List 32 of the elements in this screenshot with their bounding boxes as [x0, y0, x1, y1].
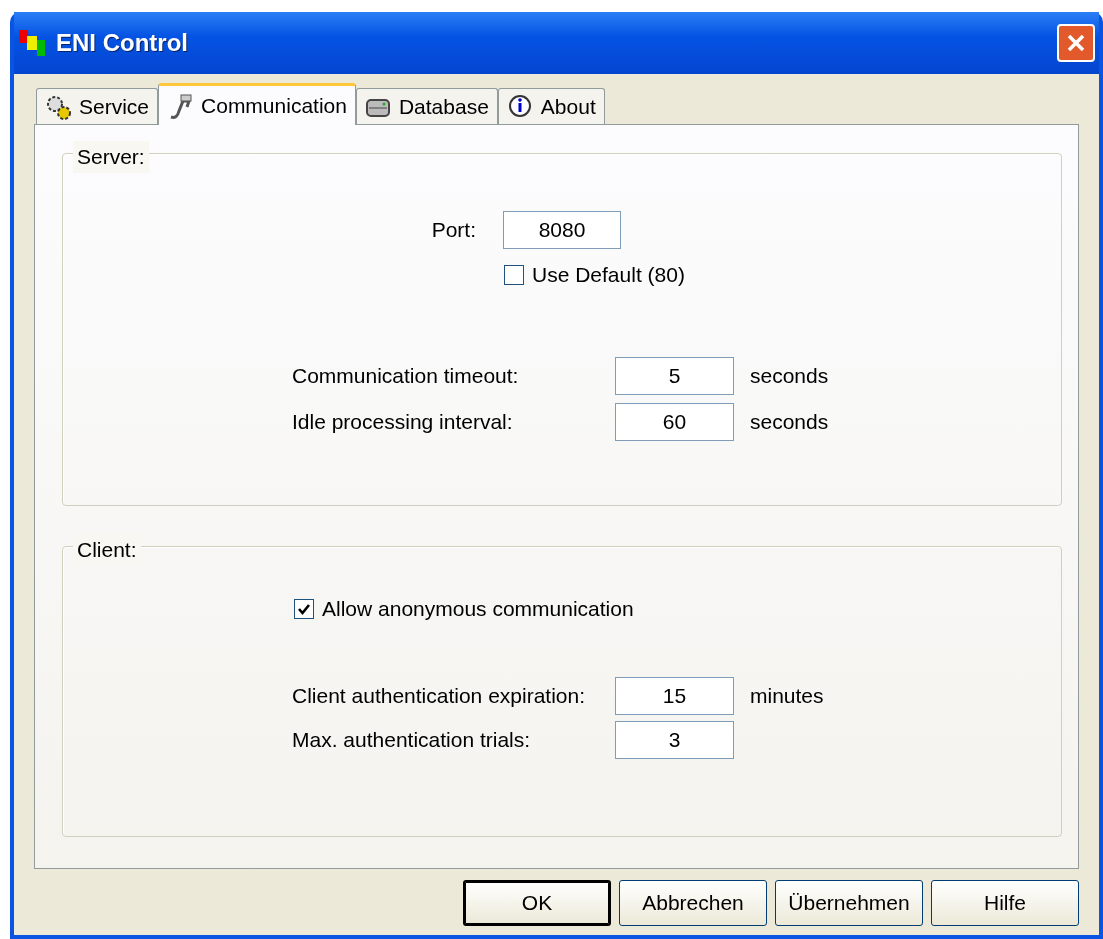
unit-label: seconds [750, 362, 829, 389]
number-field[interactable]: 15 [615, 676, 734, 715]
checkbox[interactable] [504, 264, 524, 285]
dialog-button[interactable]: Übernehmen [775, 880, 923, 926]
unit-label: minutes [750, 682, 824, 709]
info-icon [506, 93, 533, 120]
tab[interactable]: Database [355, 88, 498, 124]
unit-label: seconds [750, 408, 829, 435]
checkbox-label: Allow anonymous communication [322, 596, 634, 622]
tab[interactable]: About [497, 88, 605, 124]
dialog-button[interactable]: Abbrechen [619, 880, 767, 926]
number-field[interactable]: 60 [615, 402, 734, 441]
number-field[interactable]: 5 [615, 356, 734, 395]
window-title: ENI Control [56, 28, 188, 58]
checkbox-label: Use Default (80) [532, 262, 685, 288]
close-button[interactable] [1057, 24, 1095, 62]
close-icon [1066, 33, 1086, 53]
port-field[interactable]: 8080 [503, 211, 621, 249]
field-label: Port: [430, 217, 476, 244]
gears-icon [45, 93, 71, 120]
tab[interactable]: Communication [158, 83, 356, 125]
field-label: Idle processing interval: [292, 408, 514, 435]
dialog-button[interactable]: Hilfe [931, 880, 1079, 926]
group-label: Server: [73, 141, 149, 173]
field-label: Communication timeout: [292, 362, 520, 389]
field-label: Max. authentication trials: [292, 726, 532, 753]
checkbox[interactable] [294, 598, 314, 619]
tab[interactable]: Service [36, 88, 159, 124]
field-label: Client authentication expiration: [292, 682, 586, 709]
dialog-button[interactable]: OK [463, 880, 611, 926]
number-field[interactable]: 3 [615, 720, 734, 759]
app-logo-icon [18, 28, 48, 58]
